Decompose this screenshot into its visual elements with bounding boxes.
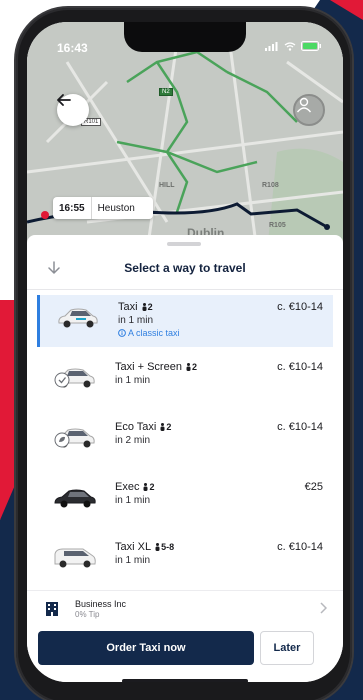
map-label-r108: R108	[262, 182, 279, 189]
option-price: c. €10-14	[277, 541, 323, 553]
home-indicator[interactable]	[122, 679, 248, 682]
road-sign-n2: N2	[159, 88, 173, 96]
option-eta: in 1 min	[115, 495, 151, 506]
person-icon	[155, 543, 160, 551]
person-icon	[143, 483, 148, 491]
business-building-icon	[46, 602, 58, 616]
exec-car-icon	[54, 489, 96, 508]
eta-place: Heuston	[97, 202, 135, 214]
phone-screen: R101 N2 R108 R105 HILL Dublin 16:55 Heus…	[27, 22, 343, 682]
back-button[interactable]	[57, 94, 89, 126]
option-price: c. €10-14	[277, 301, 323, 313]
payment-tip: 0% Tip	[75, 610, 100, 619]
option-label: Taxi XL 5-8	[115, 541, 175, 553]
option-eta: in 1 min	[115, 555, 151, 566]
payment-method-row[interactable]: Business Inc 0% Tip	[27, 590, 343, 626]
user-avatar-icon	[296, 97, 312, 113]
option-eta: in 1 min	[115, 375, 151, 386]
option-eta: in 2 min	[115, 435, 151, 446]
option-exec[interactable]: Exec 2 in 1 min €25	[37, 475, 333, 527]
option-description: A classic taxi	[118, 328, 180, 338]
sheet-title: Select a way to travel	[124, 261, 246, 275]
taxi-car-icon	[58, 308, 98, 328]
option-label: Taxi 2	[118, 301, 153, 313]
option-price: €25	[304, 481, 323, 493]
option-taxi[interactable]: Taxi 2 in 1 min A classic taxi c. €10-14	[37, 295, 333, 347]
later-button[interactable]: Later	[260, 631, 314, 665]
battery-icon	[301, 41, 321, 51]
person-icon	[160, 423, 165, 431]
eco-taxi-car-icon	[54, 428, 95, 448]
order-taxi-now-button[interactable]: Order Taxi now	[38, 631, 254, 665]
profile-button[interactable]	[293, 94, 325, 126]
status-icons	[265, 41, 321, 51]
sheet-grabber[interactable]	[167, 242, 201, 246]
eta-time: 16:55	[53, 197, 92, 219]
taxi-screen-car-icon	[54, 368, 95, 388]
option-price: c. €10-14	[277, 421, 323, 433]
option-price: c. €10-14	[277, 361, 323, 373]
option-eco-taxi[interactable]: Eco Taxi 2 in 2 min c. €10-14	[37, 415, 333, 467]
person-icon	[186, 363, 191, 371]
taxi-xl-van-icon	[54, 548, 96, 568]
option-eta: in 1 min	[118, 315, 154, 326]
travel-options-sheet: Select a way to travel Taxi 2 in 1 min A …	[27, 235, 343, 682]
option-label: Taxi + Screen 2	[115, 361, 197, 373]
option-taxi-screen[interactable]: Taxi + Screen 2 in 1 min c. €10-14	[37, 355, 333, 407]
option-label: Exec 2	[115, 481, 155, 493]
info-icon	[118, 329, 126, 337]
status-time: 16:43	[57, 41, 88, 55]
eta-marker[interactable]: 16:55 Heuston	[53, 197, 153, 219]
option-taxi-xl[interactable]: Taxi XL 5-8 in 1 min c. €10-14	[37, 535, 333, 587]
wifi-icon	[284, 41, 296, 51]
map-label-r105: R105	[269, 222, 286, 229]
arrow-left-icon	[57, 94, 71, 106]
person-icon	[142, 303, 147, 311]
option-label: Eco Taxi 2	[115, 421, 172, 433]
map-view[interactable]: R101 N2 R108 R105 HILL Dublin 16:55 Heus…	[27, 22, 343, 252]
map-label-hill: HILL	[159, 182, 175, 189]
phone-notch	[124, 22, 246, 52]
payment-account-name: Business Inc	[75, 599, 127, 609]
divider	[27, 289, 343, 290]
signal-icon	[265, 41, 278, 51]
chevron-right-icon	[320, 602, 327, 614]
